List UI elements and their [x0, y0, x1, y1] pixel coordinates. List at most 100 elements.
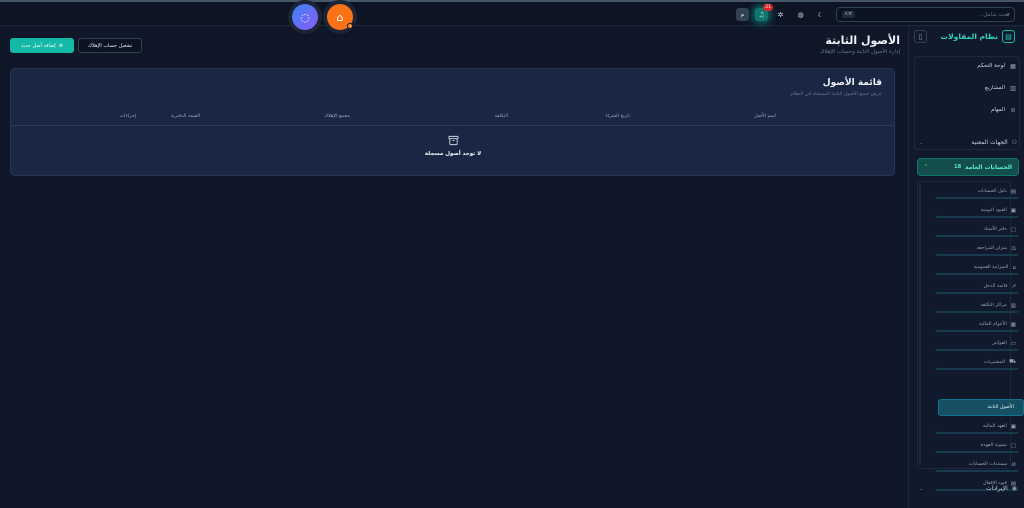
chart-icon: ↗ [1011, 283, 1016, 290]
chat-bubble-icon: ◌ [300, 10, 310, 24]
sidebar-item-tasks[interactable]: ⊘ المهام [991, 106, 1017, 114]
notifications-button[interactable]: ♫ 21 [755, 4, 773, 21]
column-header-cost[interactable]: التكلفة [495, 114, 508, 119]
submenu-item-label: دليل الحسابات [977, 189, 1007, 194]
archive-icon [447, 134, 459, 146]
user-avatar[interactable]: م [736, 8, 749, 21]
sidebar-item-label: المهام [991, 107, 1005, 113]
submenu-item-account-documents[interactable]: ⊘ مستندات الحسابات [935, 459, 1019, 472]
run-depreciation-label: تشغيل حساب الإهلاك [87, 42, 133, 49]
submenu-item-balance-sheet[interactable]: ⌂ الميزانية العمومية [935, 262, 1019, 275]
add-asset-button[interactable]: ⊕ إضافة أصل جديد [10, 38, 74, 53]
submenu-item-fiscal-years[interactable]: ▦ الأعوام المالية [935, 319, 1019, 332]
submenu-item-label: دفتر الأستاذ [983, 227, 1007, 232]
globe-icon: ◍ [797, 10, 804, 19]
add-asset-label: إضافة أصل جديد [21, 42, 56, 49]
empty-state-message: لا توجد أصول مسجلة [424, 151, 482, 157]
section-head: الحسابات العامة 18 [954, 164, 1012, 171]
submenu-item-fixed-assets[interactable]: الأصول الثابتة [938, 399, 1024, 416]
submenu-item-custody[interactable]: ▣ العهد المالية [935, 421, 1019, 434]
building-icon: ▥ [1010, 84, 1016, 92]
column-header-purchase-date[interactable]: تاريخ الشراء [606, 114, 630, 119]
search-right: ⌘K [842, 11, 856, 18]
file-icon: ▢ [1010, 226, 1016, 233]
building-icon: ▥ [1010, 302, 1016, 309]
submenu-item-invoices[interactable]: ▭ الفواتير [935, 338, 1019, 351]
assistant-button[interactable]: ⌂ [327, 4, 353, 30]
section-label: الإيرادات [986, 485, 1008, 492]
file-check-icon: ▢ [1010, 442, 1016, 449]
submenu-item-label: ميزان المراجعة [976, 246, 1008, 251]
wallet-icon: ▣ [1010, 423, 1016, 430]
submenu-item-journal[interactable]: ▣ القيود اليومية [935, 205, 1019, 218]
users-icon: ⚇ [1011, 139, 1017, 146]
sidebar-section-stakeholders[interactable]: ⚇ الجهات المعنية ⌄ [919, 139, 1017, 146]
brand-title: نظام المقاولات [940, 32, 998, 41]
submenu-item-ledger[interactable]: ▢ دفتر الأستاذ [935, 224, 1019, 237]
main-nav-group [914, 56, 1020, 150]
submenu-item-income-statement[interactable]: ↗ قائمة الدخل [935, 281, 1019, 294]
submenu-item-label: مستندات الحسابات [968, 462, 1008, 467]
sidebar-collapse-button[interactable]: ▯ [914, 30, 927, 43]
global-search-input[interactable]: بحث شامل... ⌘K ⌕ [836, 7, 1015, 22]
bank-icon: ⌂ [1012, 264, 1017, 271]
book-icon: ▣ [1010, 207, 1016, 214]
panel-icon: ▯ [918, 32, 923, 41]
section-head: ◉ الإيرادات [986, 485, 1017, 492]
run-depreciation-button[interactable]: تشغيل حساب الإهلاك [78, 38, 142, 53]
submenu-item-label: الفواتير [992, 341, 1007, 346]
sidebar-item-label: لوحة التحكم [977, 63, 1005, 69]
submenu-item-label: الأصول الثابتة [987, 405, 1014, 410]
search-icon: ⌕ [1006, 10, 1010, 18]
top-header: بحث شامل... ⌘K ⌕ ☾ ◍ ✲ ♫ 21 م [0, 2, 1024, 26]
section-head: ⚇ الجهات المعنية [971, 139, 1017, 146]
moon-icon: ☾ [817, 10, 824, 19]
submenu-item-cost-centers[interactable]: ▥ مراكز التكلفة [935, 300, 1019, 313]
column-header-asset-name[interactable]: اسم الأصل [754, 114, 776, 119]
brand[interactable]: ▤ نظام المقاولات [941, 30, 1015, 43]
submenu-item-purchases[interactable]: ⛟ المشتريات [935, 357, 1019, 370]
column-header-depreciation[interactable]: مجمع الإهلاك [324, 114, 350, 119]
column-header-actions: إجراءات [119, 114, 136, 119]
scale-icon: ⚖ [1011, 245, 1016, 252]
sidebar: ▤ نظام المقاولات ▯ ▦ لوحة التحكم ▥ المشا… [908, 26, 1024, 508]
submenu-item-trial-balance[interactable]: ⚖ ميزان المراجعة [935, 243, 1019, 256]
settings-button[interactable]: ✲ [774, 8, 787, 21]
bell-icon: ♫ [758, 10, 765, 19]
submenu-item-label: القيود اليومية [980, 208, 1007, 213]
sidebar-item-projects[interactable]: ▥ المشاريع [985, 84, 1017, 92]
column-header-book-value[interactable]: القيمة الدفترية [171, 114, 200, 119]
sidebar-item-label: المشاريع [984, 85, 1005, 91]
truck-icon: ⛟ [1009, 359, 1016, 365]
language-button[interactable]: ◍ [794, 8, 807, 21]
notification-badge: 21 [763, 4, 773, 11]
paperclip-icon: ⊘ [1011, 461, 1016, 468]
avatar-initial: م [740, 11, 745, 18]
section-count: 18 [954, 164, 962, 170]
check-circle-icon: ⊘ [1010, 106, 1016, 114]
submenu-item-label: قائمة الدخل [983, 284, 1008, 289]
submenu-item-label: العهد المالية [982, 424, 1007, 429]
assistant-status-dot [347, 23, 353, 29]
chat-button[interactable]: ◌ [292, 4, 318, 30]
section-label: الجهات المعنية [971, 139, 1008, 146]
submenu-item-label: الميزانية العمومية [973, 265, 1009, 270]
submenu-item-label: المشتريات [983, 360, 1006, 365]
chevron-up-icon: ⌃ [924, 164, 929, 170]
plus-circle-icon: ⊕ [58, 42, 63, 49]
sidebar-section-revenues[interactable]: ◉ الإيرادات ⌄ [919, 485, 1017, 492]
theme-toggle-button[interactable]: ☾ [814, 8, 827, 21]
calendar-icon: ▦ [1010, 321, 1016, 328]
search-shortcut: ⌘K [842, 11, 856, 18]
assets-list-card: قائمة الأصول عرض جميع الأصول الثابتة الم… [10, 68, 895, 176]
submenu-item-chart-of-accounts[interactable]: ▤ دليل الحسابات [935, 186, 1019, 199]
submenu-item-label: تسوية العهدة [980, 443, 1007, 448]
table-header-divider [11, 125, 894, 126]
page-title: الأصول الثابتة [825, 34, 900, 47]
submenu-item-custody-settlement[interactable]: ▢ تسوية العهدة [935, 440, 1019, 453]
chevron-down-icon: ⌄ [919, 139, 924, 146]
sidebar-item-dashboard[interactable]: ▦ لوحة التحكم [977, 62, 1017, 70]
card-title: قائمة الأصول [822, 78, 882, 88]
sidebar-section-accounts[interactable]: الحسابات العامة 18 ⌃ [917, 158, 1019, 176]
submenu-scrollbar[interactable] [919, 184, 921, 464]
